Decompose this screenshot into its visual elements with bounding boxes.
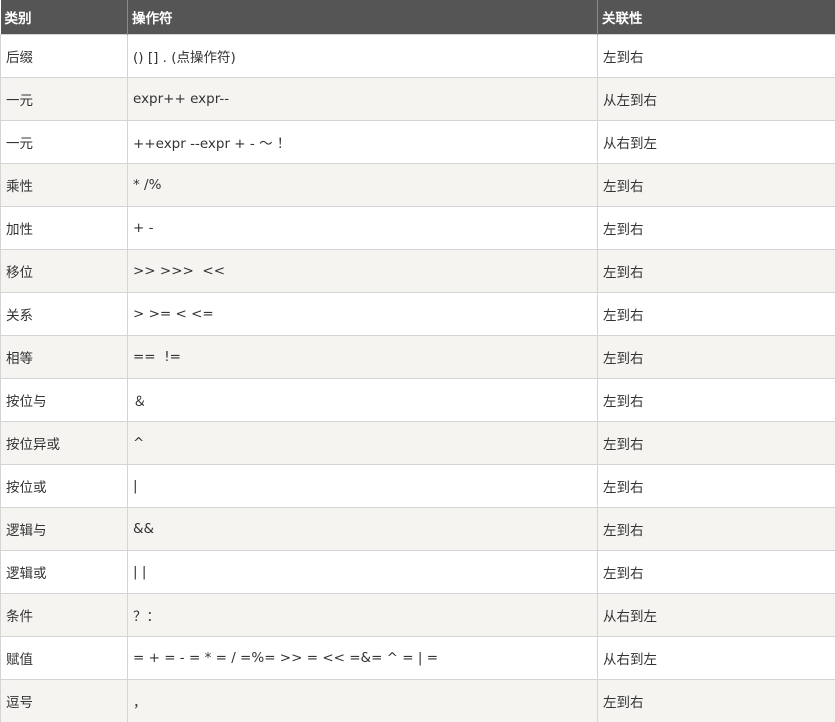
category-cell: 一元	[1, 120, 128, 163]
associativity-cell: 左到右	[598, 292, 835, 335]
category-cell: 移位	[1, 249, 128, 292]
table-body: 后缀() [] . (点操作符)左到右一元expr++ expr--从左到右一元…	[1, 34, 835, 722]
category-cell: 加性	[1, 206, 128, 249]
operators-cell: ++expr --expr + - ～ ！	[128, 120, 598, 163]
category-cell: 相等	[1, 335, 128, 378]
associativity-cell: 从右到左	[598, 636, 835, 679]
header-associativity: 关联性	[598, 0, 835, 34]
category-cell: 逗号	[1, 679, 128, 722]
table-row: 逻辑或| |左到右	[1, 550, 835, 593]
operators-cell: | |	[128, 550, 598, 593]
category-cell: 一元	[1, 77, 128, 120]
table-row: 按位或|左到右	[1, 464, 835, 507]
operators-cell: == !=	[128, 335, 598, 378]
associativity-cell: 左到右	[598, 335, 835, 378]
table-row: 逗号，左到右	[1, 679, 835, 722]
associativity-cell: 从右到左	[598, 120, 835, 163]
associativity-cell: 左到右	[598, 206, 835, 249]
category-cell: 乘性	[1, 163, 128, 206]
operator-precedence-table: 类别 操作符 关联性 后缀() [] . (点操作符)左到右一元expr++ e…	[0, 0, 835, 722]
operators-cell: () [] . (点操作符)	[128, 34, 598, 77]
operators-cell: * /%	[128, 163, 598, 206]
operators-cell: ＆	[128, 378, 598, 421]
associativity-cell: 左到右	[598, 249, 835, 292]
header-operators: 操作符	[128, 0, 598, 34]
associativity-cell: 左到右	[598, 421, 835, 464]
operators-cell: + -	[128, 206, 598, 249]
category-cell: 逻辑与	[1, 507, 128, 550]
table-row: 一元++expr --expr + - ～ ！从右到左	[1, 120, 835, 163]
operators-cell: expr++ expr--	[128, 77, 598, 120]
category-cell: 关系	[1, 292, 128, 335]
associativity-cell: 左到右	[598, 550, 835, 593]
operators-cell: &&	[128, 507, 598, 550]
table-row: 相等== !=左到右	[1, 335, 835, 378]
table-row: 移位>> >>> <<左到右	[1, 249, 835, 292]
table-row: 一元expr++ expr--从左到右	[1, 77, 835, 120]
header-row: 类别 操作符 关联性	[1, 0, 835, 34]
table-row: 加性+ -左到右	[1, 206, 835, 249]
table-row: 逻辑与&&左到右	[1, 507, 835, 550]
operators-cell: >> >>> <<	[128, 249, 598, 292]
header-category: 类别	[1, 0, 128, 34]
category-cell: 按位与	[1, 378, 128, 421]
associativity-cell: 左到右	[598, 507, 835, 550]
category-cell: 逻辑或	[1, 550, 128, 593]
category-cell: 后缀	[1, 34, 128, 77]
table-row: 后缀() [] . (点操作符)左到右	[1, 34, 835, 77]
associativity-cell: 从左到右	[598, 77, 835, 120]
category-cell: 条件	[1, 593, 128, 636]
operators-cell: ，	[128, 679, 598, 722]
table-row: 乘性* /%左到右	[1, 163, 835, 206]
associativity-cell: 左到右	[598, 679, 835, 722]
table-row: 条件？：从右到左	[1, 593, 835, 636]
category-cell: 按位或	[1, 464, 128, 507]
table-row: 按位与＆左到右	[1, 378, 835, 421]
associativity-cell: 左到右	[598, 163, 835, 206]
associativity-cell: 左到右	[598, 378, 835, 421]
operators-cell: > >= < <=	[128, 292, 598, 335]
table-row: 按位异或^左到右	[1, 421, 835, 464]
associativity-cell: 左到右	[598, 34, 835, 77]
category-cell: 赋值	[1, 636, 128, 679]
operators-cell: ^	[128, 421, 598, 464]
operators-cell: = + = - = * = / =%= >> = << =&= ^ = | =	[128, 636, 598, 679]
associativity-cell: 左到右	[598, 464, 835, 507]
category-cell: 按位异或	[1, 421, 128, 464]
operators-cell: ？：	[128, 593, 598, 636]
table-row: 关系> >= < <=左到右	[1, 292, 835, 335]
table-row: 赋值= + = - = * = / =%= >> = << =&= ^ = | …	[1, 636, 835, 679]
associativity-cell: 从右到左	[598, 593, 835, 636]
table-header: 类别 操作符 关联性	[1, 0, 835, 34]
operators-cell: |	[128, 464, 598, 507]
